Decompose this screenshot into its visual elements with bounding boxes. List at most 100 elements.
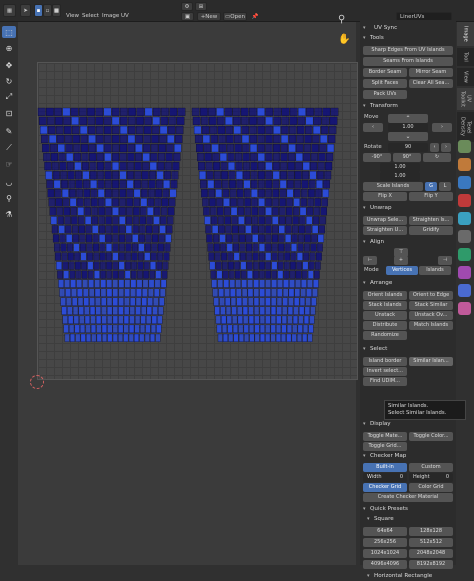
find-udim-button[interactable]: Find UDIM... xyxy=(363,377,407,386)
unstack-overlapped-button[interactable]: Unstack Ov... xyxy=(409,311,453,320)
align-header[interactable]: Align xyxy=(362,238,454,247)
uv-face xyxy=(298,315,304,324)
preset-128-button[interactable]: 128x128 xyxy=(409,527,453,536)
uv-face xyxy=(153,297,159,306)
checker-grid-toggle[interactable]: Checker Grid xyxy=(363,483,407,492)
move-amount-field[interactable]: 1.00 xyxy=(388,123,428,132)
unstack-button[interactable]: Unstack xyxy=(363,311,407,320)
uv-face xyxy=(298,107,306,116)
mirror-seam-button[interactable]: Mirror Seam xyxy=(409,68,453,77)
pan-hand-icon[interactable]: ✋ xyxy=(338,34,350,45)
square-subheader[interactable]: Square xyxy=(366,515,458,524)
uv-island-right[interactable] xyxy=(191,107,339,342)
stack-similar-button[interactable]: Stack Similar xyxy=(409,301,453,310)
unwrap-header[interactable]: Unwrap xyxy=(362,204,454,213)
distribute-button[interactable]: Distribute xyxy=(363,321,407,330)
tools-header[interactable]: Tools xyxy=(362,34,454,43)
move-left-button[interactable]: ‹ xyxy=(363,123,383,132)
quick-presets-header[interactable]: Quick Presets xyxy=(362,505,454,514)
scale-g-toggle[interactable]: G xyxy=(425,182,437,191)
toggle-grid-button[interactable]: Toggle Grid... xyxy=(363,442,407,451)
clear-all-seams-button[interactable]: Clear All Sea... xyxy=(409,79,453,88)
flip-x-button[interactable]: Flip X xyxy=(363,192,407,201)
checker-width-field[interactable]: Width 0 xyxy=(363,473,407,482)
stack-islands-button[interactable]: Stack Islands xyxy=(363,301,407,310)
display-header[interactable]: Display xyxy=(362,420,454,429)
pack-uvs-button[interactable]: Pack UVs xyxy=(363,90,407,99)
checker-map-header[interactable]: Checker Map xyxy=(362,452,454,461)
rotate-180-button[interactable]: ↻ xyxy=(423,153,451,162)
invert-select-button[interactable]: Invert select... xyxy=(363,367,407,376)
scale-l-toggle[interactable]: L xyxy=(439,182,451,191)
scale-y-field[interactable]: 1.00 xyxy=(380,172,420,181)
gridify-button[interactable]: Gridify xyxy=(409,226,453,235)
seams-from-islands-button[interactable]: Seams From Islands xyxy=(363,57,453,66)
align-right-button[interactable]: ⊣ xyxy=(438,256,452,265)
rotate-ccw-button[interactable]: ‹ xyxy=(430,143,439,152)
tab-image[interactable]: Image xyxy=(457,22,474,46)
move-up-button[interactable]: ⌃ xyxy=(388,114,428,123)
rotate-neg-90-button[interactable]: -90° xyxy=(363,153,391,162)
rotate-cw-button[interactable]: › xyxy=(441,143,451,152)
mode-islands-toggle[interactable]: Islands xyxy=(419,266,451,275)
unwrap-selected-button[interactable]: Unwrap Sele... xyxy=(363,216,407,225)
tab-view[interactable]: View xyxy=(457,68,474,86)
zoom-icon[interactable]: ⚲ xyxy=(338,14,345,25)
preset-2048-button[interactable]: 2048x2048 xyxy=(409,549,453,558)
align-left-button[interactable]: ⊢ xyxy=(363,256,377,265)
uv-sync-checkbox[interactable]: UV Sync xyxy=(362,24,454,33)
particles-icon[interactable] xyxy=(458,194,471,207)
orient-to-edge-button[interactable]: Orient to Edge xyxy=(409,291,453,300)
custom-toggle[interactable]: Custom xyxy=(409,463,453,472)
align-center-button[interactable]: + xyxy=(394,256,408,265)
world-icon[interactable] xyxy=(458,284,471,297)
built-in-toggle[interactable]: Built-in xyxy=(363,463,407,472)
uv-island-left[interactable] xyxy=(37,107,186,342)
island-border-button[interactable]: Island border xyxy=(363,357,407,366)
uv-face xyxy=(232,107,241,116)
preset-256-button[interactable]: 256x256 xyxy=(363,538,407,547)
straighten-uv-button[interactable]: Straighten U... xyxy=(363,226,407,235)
preset-64-button[interactable]: 64x64 xyxy=(363,527,407,536)
preset-1024-button[interactable]: 1024x1024 xyxy=(363,549,407,558)
sharp-edges-button[interactable]: Sharp Edges From UV Islands xyxy=(363,46,453,55)
color-grid-toggle[interactable]: Color Grid xyxy=(409,483,453,492)
split-faces-button[interactable]: Split Faces xyxy=(363,79,407,88)
move-right-button[interactable]: › xyxy=(432,123,452,132)
uv-face xyxy=(246,243,252,252)
scene-icon[interactable] xyxy=(458,140,471,153)
rotate-pos-90-button[interactable]: 90° xyxy=(393,153,421,162)
scale-islands-button[interactable]: Scale Islands xyxy=(363,182,423,191)
tab-uv-toolkit[interactable]: UV Toolkit xyxy=(457,88,474,110)
material-icon[interactable] xyxy=(458,266,471,279)
border-seam-button[interactable]: Border Seam xyxy=(363,68,407,77)
flip-y-button[interactable]: Flip Y xyxy=(409,192,453,201)
data-icon[interactable] xyxy=(458,248,471,261)
checker-height-field[interactable]: Height 0 xyxy=(409,473,453,482)
preset-512-button[interactable]: 512x512 xyxy=(409,538,453,547)
select-header[interactable]: Select xyxy=(362,345,454,354)
create-checker-material-button[interactable]: Create Checker Material xyxy=(363,493,453,502)
transform-header[interactable]: Transform xyxy=(362,102,454,111)
object-icon[interactable] xyxy=(458,158,471,171)
move-down-button[interactable]: ⌄ xyxy=(388,132,428,141)
toggle-color-button[interactable]: Toggle Color... xyxy=(409,432,453,441)
straighten-islands-button[interactable]: Straighten Is... xyxy=(409,216,453,225)
2d-cursor-icon[interactable] xyxy=(30,375,44,389)
texture-icon[interactable] xyxy=(458,302,471,315)
mode-vertices-toggle[interactable]: Vertices xyxy=(386,266,418,275)
uv-face xyxy=(139,216,146,225)
scale-x-field[interactable]: 1.00 xyxy=(380,163,420,172)
rotate-amount-field[interactable]: 90 xyxy=(388,143,428,152)
similar-islands-button[interactable]: Similar Islan... xyxy=(409,357,453,366)
tab-tool[interactable]: Tool xyxy=(457,48,474,66)
modifier-icon[interactable] xyxy=(458,176,471,189)
match-islands-button[interactable]: Match Islands xyxy=(409,321,453,330)
randomize-button[interactable]: Randomize xyxy=(363,331,407,340)
toggle-material-button[interactable]: Toggle Mate... xyxy=(363,432,407,441)
constraints-icon[interactable] xyxy=(458,230,471,243)
arrange-header[interactable]: Arrange xyxy=(362,279,454,288)
physics-icon[interactable] xyxy=(458,212,471,225)
orient-islands-button[interactable]: Orient Islands xyxy=(363,291,407,300)
horizontal-rect-subheader[interactable]: Horizontal Rectangle xyxy=(366,572,458,581)
